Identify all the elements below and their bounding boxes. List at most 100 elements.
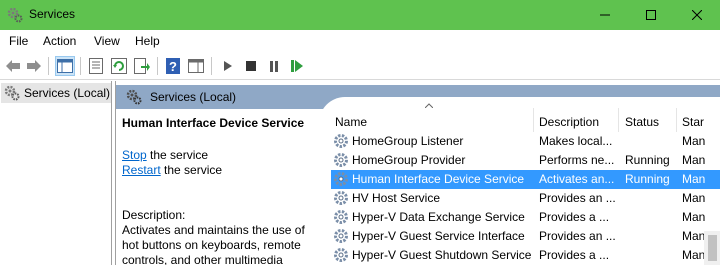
properties-button[interactable] <box>86 56 106 76</box>
table-row[interactable]: Hyper-V Guest Service Interface Provides … <box>331 227 720 246</box>
menu-file[interactable]: File <box>9 34 28 48</box>
restart-link[interactable]: Restart <box>122 163 161 177</box>
cell-name: HomeGroup Provider <box>352 153 466 167</box>
gears-icon <box>4 85 20 101</box>
cell-startup-type: Man <box>682 172 706 186</box>
menu-view[interactable]: View <box>94 34 120 48</box>
gears-icon <box>7 7 23 23</box>
restart-service-icon <box>291 60 303 72</box>
start-service-icon <box>224 61 232 71</box>
maximize-icon <box>646 10 656 20</box>
minimize-icon <box>600 14 610 16</box>
stop-link[interactable]: Stop <box>122 148 147 162</box>
cell-startup-type: Man <box>682 153 706 167</box>
toolbar-separator <box>80 57 81 75</box>
table-row[interactable]: Hyper-V Data Exchange Service Provides a … <box>331 208 720 227</box>
column-startup-label: Star <box>682 115 705 129</box>
table-row[interactable]: Human Interface Device Service Activates … <box>331 170 720 189</box>
cell-startup-type: Man <box>682 191 706 205</box>
table-row[interactable]: HV Host Service Provides an ... Man <box>331 189 720 208</box>
services-pane: Services (Local) Human Interface Device … <box>115 81 720 265</box>
console-tree-button[interactable] <box>55 56 75 76</box>
menu-help[interactable]: Help <box>135 34 160 48</box>
description-label: Description: <box>122 208 186 222</box>
cell-description: Activates an... <box>539 172 615 186</box>
column-header-description[interactable]: Description <box>534 108 619 132</box>
help-icon: ? <box>166 58 180 74</box>
gear-icon <box>333 228 349 247</box>
column-description-label: Description <box>539 115 600 129</box>
description-text: Activates and maintains the use of hot b… <box>122 223 305 265</box>
gear-icon <box>333 133 349 152</box>
table-row[interactable]: HomeGroup Provider Performs ne... Running M… <box>331 151 720 170</box>
properties-icon <box>89 58 103 74</box>
column-header-startup-type[interactable]: Star <box>677 108 720 132</box>
gear-icon <box>333 247 349 265</box>
toolbar-separator <box>157 57 158 75</box>
cell-name: HomeGroup Listener <box>352 134 464 148</box>
stop-suffix: the service <box>146 148 209 162</box>
cell-name: Hyper-V Guest Shutdown Service <box>352 248 532 262</box>
column-header-name[interactable]: Name <box>331 103 534 132</box>
start-service-button[interactable] <box>218 56 238 76</box>
toolbar: ? <box>0 52 720 80</box>
table-row[interactable]: Hyper-V Guest Shutdown Service Provides a… <box>331 246 720 265</box>
sort-ascending-icon <box>425 103 433 108</box>
console-tree-icon <box>57 59 73 73</box>
forward-button[interactable] <box>24 56 44 76</box>
scrollbar-thumb[interactable] <box>708 235 717 261</box>
svg-text:?: ? <box>169 59 177 74</box>
close-icon <box>692 10 702 20</box>
maximize-button[interactable] <box>628 0 674 30</box>
cell-startup-type: Man <box>682 134 706 148</box>
toolbar-separator <box>48 57 49 75</box>
toolbar-separator <box>211 57 212 75</box>
refresh-icon <box>111 58 127 74</box>
export-list-button[interactable] <box>132 56 152 76</box>
back-arrow-icon <box>6 60 20 72</box>
help-button[interactable]: ? <box>163 56 183 76</box>
stop-action: Stop the service <box>122 148 208 162</box>
cell-name: HV Host Service <box>352 191 441 205</box>
cell-description: Provides a ... <box>539 210 610 224</box>
cell-name: Hyper-V Data Exchange Service <box>352 210 525 224</box>
table-row[interactable]: HomeGroup Listener Makes local... Man <box>331 132 720 151</box>
forward-arrow-icon <box>27 60 41 72</box>
restart-suffix: the service <box>160 163 223 177</box>
gear-icon <box>333 152 349 171</box>
export-list-icon <box>134 58 150 74</box>
gear-icon <box>333 171 349 190</box>
tree-item-services-local[interactable]: Services (Local) <box>1 83 111 103</box>
cell-description: Provides an ... <box>539 191 616 205</box>
cell-status: Running <box>625 153 670 167</box>
refresh-button[interactable] <box>109 56 129 76</box>
menu-action[interactable]: Action <box>43 34 76 48</box>
restart-service-button[interactable] <box>287 56 307 76</box>
cell-description: Provides a ... <box>539 248 610 262</box>
cell-startup-type: Man <box>682 210 706 224</box>
cell-name: Human Interface Device Service <box>352 172 525 186</box>
pause-service-icon <box>270 60 278 72</box>
console-tree: Services (Local) <box>0 81 112 265</box>
title-bar[interactable]: Services <box>0 0 720 30</box>
back-button[interactable] <box>3 56 23 76</box>
pause-service-button[interactable] <box>264 56 284 76</box>
show-hide-pane-button[interactable] <box>186 56 206 76</box>
close-button[interactable] <box>674 0 720 30</box>
cell-name: Hyper-V Guest Service Interface <box>352 229 525 243</box>
stop-service-icon <box>246 61 256 71</box>
gear-icon <box>333 209 349 228</box>
service-title: Human Interface Device Service <box>122 116 305 130</box>
gears-icon <box>126 89 142 108</box>
column-header-status[interactable]: Status <box>619 108 677 132</box>
cell-description: Makes local... <box>539 134 613 148</box>
pane-title: Services (Local) <box>150 90 237 104</box>
minimize-button[interactable] <box>582 0 628 30</box>
cell-status: Running <box>625 172 670 186</box>
column-status-label: Status <box>625 115 660 129</box>
menu-bar: File Action View Help <box>0 30 720 52</box>
vertical-scrollbar[interactable] <box>704 231 720 265</box>
stop-service-button[interactable] <box>241 56 261 76</box>
window-title: Services <box>29 7 76 21</box>
column-name-label: Name <box>335 115 368 129</box>
